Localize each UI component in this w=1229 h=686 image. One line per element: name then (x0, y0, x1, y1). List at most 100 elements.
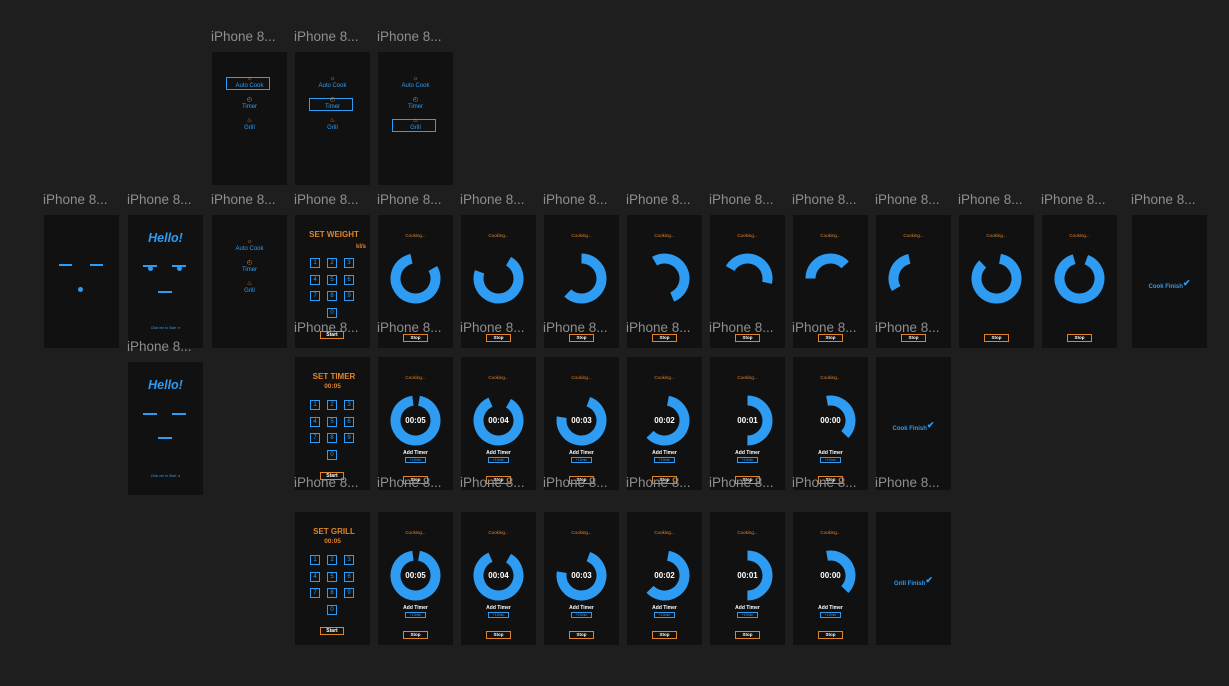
menu-item-timer[interactable]: ◴ Timer (295, 97, 370, 110)
add-10min-button[interactable]: +10min (737, 457, 758, 463)
keypad-key[interactable]: 2 (327, 400, 337, 410)
stop-button[interactable]: Stop (984, 334, 1009, 342)
timer-cooking-screen[interactable]: Cooking... 00:00 Add Timer +10min Stop (793, 357, 868, 490)
hello-screen[interactable]: Hello! Click me to Start ➔ (128, 215, 203, 348)
keypad-key[interactable]: 4 (310, 416, 320, 427)
menu-item-timer[interactable]: ◴ Timer (212, 97, 287, 110)
add-10min-button[interactable]: +10min (488, 612, 509, 618)
keypad-key[interactable]: 1 (310, 258, 320, 268)
add-10min-button[interactable]: +10min (820, 457, 841, 463)
menu-item-auto-cook[interactable]: ☼ Auto Cook (212, 76, 287, 89)
frame-label[interactable]: iPhone 8... (875, 475, 940, 491)
add-10min-button[interactable]: +10min (737, 612, 758, 618)
add-10min-button[interactable]: +10min (654, 457, 675, 463)
add-10min-button[interactable]: +10min (820, 612, 841, 618)
frame-label[interactable]: iPhone 8... (792, 320, 857, 336)
frame-label[interactable]: iPhone 8... (875, 320, 940, 336)
start-button[interactable]: Start (320, 627, 344, 635)
menu-item-grill[interactable]: ♨ Grill (212, 118, 287, 131)
frame-label[interactable]: iPhone 8... (709, 192, 774, 208)
frame-label[interactable]: iPhone 8... (294, 475, 359, 491)
stop-button[interactable]: Stop (569, 631, 594, 639)
menu-item-grill[interactable]: ♨ Grill (212, 281, 287, 294)
frame-label[interactable]: iPhone 8... (875, 192, 940, 208)
keypad-key[interactable]: 6 (344, 274, 354, 285)
frame-label[interactable]: iPhone 8... (377, 29, 442, 45)
hello-screen[interactable]: Hello! Click me to Start ➔ (128, 362, 203, 495)
frame-label[interactable]: iPhone 8... (211, 29, 276, 45)
stop-button[interactable]: Stop (486, 631, 511, 639)
frame-label[interactable]: iPhone 8... (958, 192, 1023, 208)
timer-cooking-screen[interactable]: Cooking... 00:03 Add Timer +10min Stop (544, 357, 619, 490)
add-10min-button[interactable]: +10min (654, 612, 675, 618)
frame-label[interactable]: iPhone 8... (460, 192, 525, 208)
frame-label[interactable]: iPhone 8... (1041, 192, 1106, 208)
keypad-key[interactable]: 5 (327, 274, 337, 285)
menu-screen[interactable]: ☼ Auto Cook ◴ Timer ♨ Grill (295, 52, 370, 185)
stop-button[interactable]: Stop (818, 631, 843, 639)
start-link[interactable]: Click me to Start ➔ (128, 326, 203, 330)
frame-label[interactable]: iPhone 8... (709, 320, 774, 336)
keypad-key[interactable]: 2 (327, 555, 337, 565)
cooking-screen[interactable]: Cooking... Stop (1042, 215, 1117, 348)
menu-item-grill[interactable]: ♨ Grill (295, 118, 370, 131)
frame-label[interactable]: iPhone 8... (792, 192, 857, 208)
keypad-key[interactable]: 7 (310, 291, 320, 301)
frame-label[interactable]: iPhone 8... (43, 192, 108, 208)
add-10min-button[interactable]: +10min (488, 457, 509, 463)
frame-label[interactable]: iPhone 8... (377, 192, 442, 208)
stop-button[interactable]: Stop (652, 631, 677, 639)
cooking-screen[interactable]: Cooking... Stop (959, 215, 1034, 348)
add-10min-button[interactable]: +10min (571, 612, 592, 618)
menu-item-timer[interactable]: ◴ Timer (212, 260, 287, 273)
keypad-key[interactable]: 0 (327, 307, 337, 318)
timer-cooking-screen[interactable]: Cooking... 00:00 Add Timer +10min Stop (793, 512, 868, 645)
frame-label[interactable]: iPhone 8... (626, 475, 691, 491)
keypad-key[interactable]: 2 (327, 258, 337, 268)
keypad-key[interactable]: 4 (310, 571, 320, 582)
frame-label[interactable]: iPhone 8... (1131, 192, 1196, 208)
keypad-key[interactable]: 9 (344, 433, 354, 443)
frame-label[interactable]: iPhone 8... (543, 475, 608, 491)
cook-finish-screen[interactable]: Cook Finish✔ (876, 357, 951, 490)
menu-item-timer[interactable]: ◴ Timer (378, 97, 453, 110)
menu-item-auto-cook[interactable]: ☼ Auto Cook (212, 239, 287, 252)
frame-label[interactable]: iPhone 8... (460, 320, 525, 336)
frame-label[interactable]: iPhone 8... (294, 29, 359, 45)
keypad-key[interactable]: 9 (344, 291, 354, 301)
timer-cooking-screen[interactable]: Cooking... 00:02 Add Timer +10min Stop (627, 512, 702, 645)
add-10min-button[interactable]: +10min (405, 612, 426, 618)
keypad-key[interactable]: 8 (327, 433, 337, 443)
menu-screen[interactable]: ☼ Auto Cook ◴ Timer ♨ Grill (212, 215, 287, 348)
keypad-key[interactable]: 6 (344, 571, 354, 582)
timer-cooking-screen[interactable]: Cooking... 00:01 Add Timer +10min Stop (710, 512, 785, 645)
keypad-key[interactable]: 7 (310, 588, 320, 598)
add-10min-button[interactable]: +10min (571, 457, 592, 463)
frame-label[interactable]: iPhone 8... (543, 192, 608, 208)
timer-cooking-screen[interactable]: Cooking... 00:04 Add Timer +10min Stop (461, 357, 536, 490)
stop-button[interactable]: Stop (1067, 334, 1092, 342)
keypad-key[interactable]: 5 (327, 416, 337, 427)
keypad-key[interactable]: 5 (327, 571, 337, 582)
frame-label[interactable]: iPhone 8... (377, 475, 442, 491)
keypad-key[interactable]: 9 (344, 588, 354, 598)
frame-label[interactable]: iPhone 8... (127, 192, 192, 208)
frame-label[interactable]: iPhone 8... (127, 339, 192, 355)
stop-button[interactable]: Stop (403, 631, 428, 639)
frame-label[interactable]: iPhone 8... (626, 320, 691, 336)
keypad-key[interactable]: 8 (327, 588, 337, 598)
frame-label[interactable]: iPhone 8... (211, 192, 276, 208)
frame-label[interactable]: iPhone 8... (792, 475, 857, 491)
timer-cooking-screen[interactable]: Cooking... 00:04 Add Timer +10min Stop (461, 512, 536, 645)
timer-cooking-screen[interactable]: Cooking... 00:03 Add Timer +10min Stop (544, 512, 619, 645)
add-10min-button[interactable]: +10min (405, 457, 426, 463)
keypad-key[interactable]: 7 (310, 433, 320, 443)
menu-item-auto-cook[interactable]: ☼ Auto Cook (295, 76, 370, 89)
frame-label[interactable]: iPhone 8... (294, 192, 359, 208)
menu-item-auto-cook[interactable]: ☼ Auto Cook (378, 76, 453, 89)
timer-cooking-screen[interactable]: Cooking... 00:02 Add Timer +10min Stop (627, 357, 702, 490)
keypad-key[interactable]: 1 (310, 400, 320, 410)
menu-item-grill[interactable]: ♨ Grill (378, 118, 453, 131)
keypad-key[interactable]: 3 (344, 400, 354, 410)
frame-label[interactable]: iPhone 8... (294, 320, 359, 336)
